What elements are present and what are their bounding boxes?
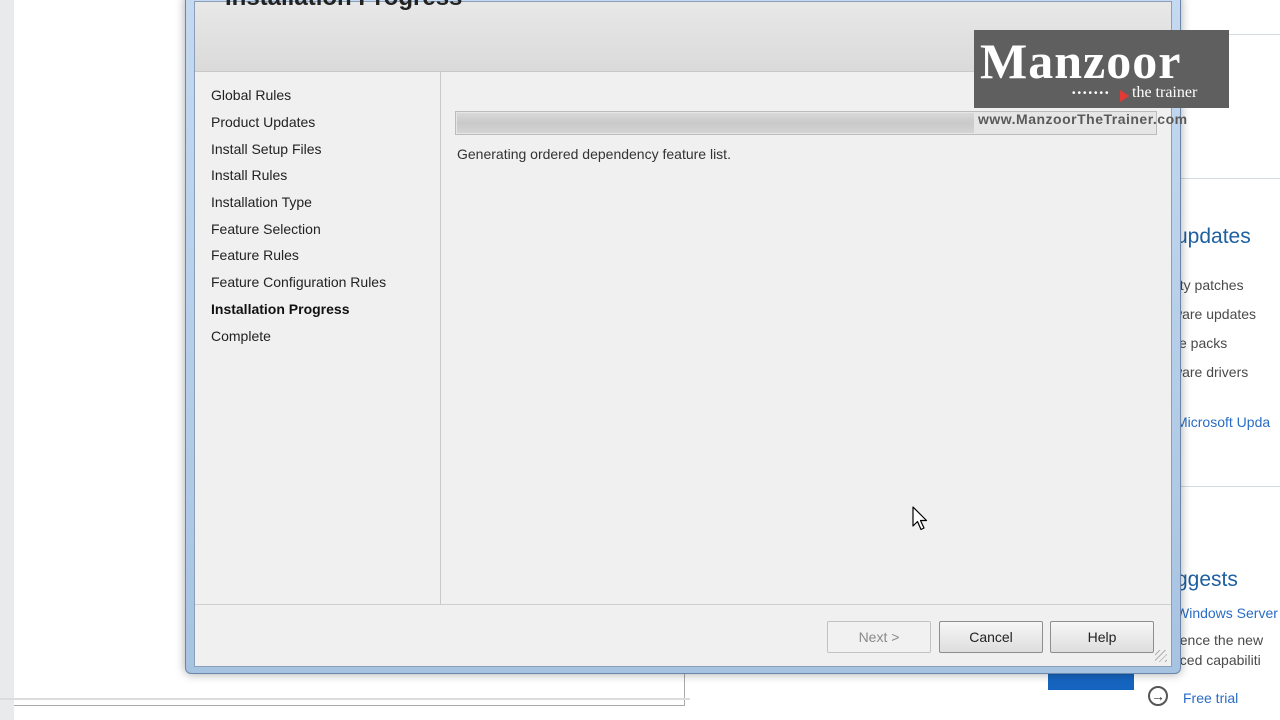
microsoft-update-link[interactable]: Microsoft Upda (1176, 414, 1270, 430)
update-item-software: ware updates (1172, 306, 1257, 322)
background-divider (0, 698, 690, 700)
nav-item-feature-rules[interactable]: Feature Rules (211, 247, 299, 263)
suggest-text-line-2: nced capabiliti (1172, 652, 1261, 668)
nav-item-feature-configuration-rules[interactable]: Feature Configuration Rules (211, 274, 386, 290)
setup-steps-nav: Global Rules Product Updates Install Set… (195, 72, 441, 604)
watermark-url: www.ManzoorTheTrainer.com (978, 111, 1188, 127)
update-item-patches: rity patches (1172, 277, 1244, 293)
update-item-drivers: ware drivers (1172, 364, 1249, 380)
updates-heading: updates (1176, 225, 1251, 248)
suggests-heading: ggests (1176, 568, 1238, 591)
next-button[interactable]: Next > (827, 621, 931, 653)
watermark-name: Manzoor (980, 33, 1182, 89)
windows-server-link[interactable]: Windows Server (1176, 605, 1278, 621)
page-title: Installation Progress (225, 0, 462, 12)
background-sidebar-strip (0, 0, 14, 720)
nav-item-global-rules[interactable]: Global Rules (211, 87, 291, 103)
progress-bar-fill (457, 113, 974, 133)
nav-item-feature-selection[interactable]: Feature Selection (211, 221, 321, 237)
arrow-circle-icon[interactable]: → (1148, 686, 1168, 706)
installation-progress-panel: Generating ordered dependency feature li… (442, 72, 1171, 604)
watermark-logo: Manzoor ••••••• the trainer (974, 30, 1229, 108)
cancel-button[interactable]: Cancel (939, 621, 1043, 653)
status-message: Generating ordered dependency feature li… (457, 146, 731, 162)
mouse-cursor-icon (912, 506, 928, 531)
watermark-dots: ••••••• (1072, 88, 1111, 99)
help-button[interactable]: Help (1050, 621, 1154, 653)
watermark-subtitle: the trainer (1132, 84, 1198, 101)
suggest-text-line-1: rience the new (1172, 632, 1264, 648)
resize-grip-icon[interactable] (1155, 650, 1167, 662)
free-trial-link[interactable]: Free trial (1183, 690, 1238, 706)
nav-item-installation-type[interactable]: Installation Type (211, 194, 312, 210)
footer-divider (195, 604, 1171, 605)
nav-item-installation-progress[interactable]: Installation Progress (211, 301, 349, 317)
nav-item-install-rules[interactable]: Install Rules (211, 167, 287, 183)
nav-item-product-updates[interactable]: Product Updates (211, 114, 315, 130)
arrow-right-icon (1120, 90, 1129, 102)
nav-item-install-setup-files[interactable]: Install Setup Files (211, 141, 322, 157)
nav-item-complete[interactable]: Complete (211, 328, 271, 344)
